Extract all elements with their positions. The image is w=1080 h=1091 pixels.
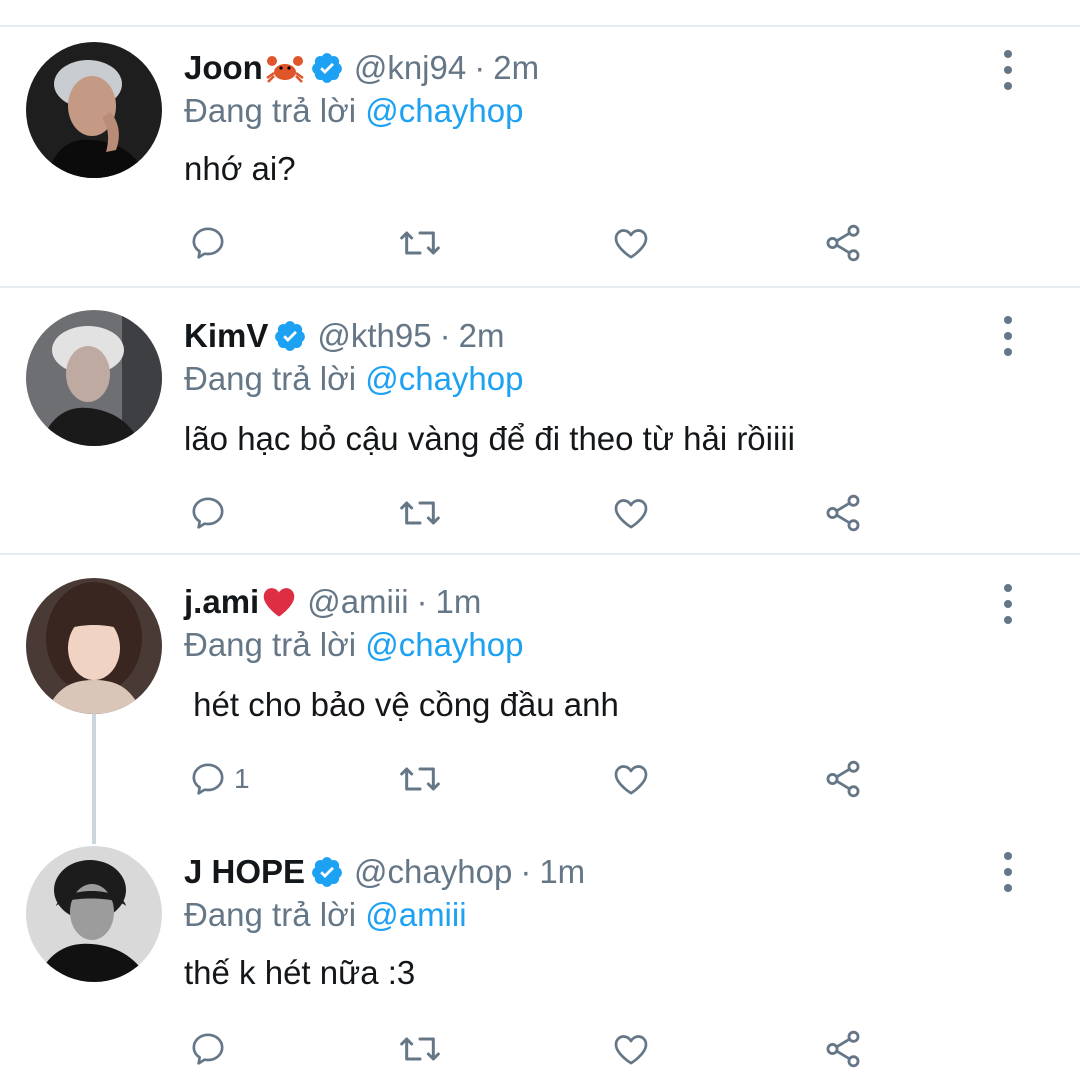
- tweet-actions: [0, 488, 1080, 538]
- like-button[interactable]: [610, 488, 652, 538]
- share-icon: [826, 1030, 860, 1068]
- timestamp[interactable]: 2m: [459, 317, 505, 355]
- tweet-header: Joon @knj94 · 2m: [184, 46, 539, 90]
- retweet-button[interactable]: [398, 754, 442, 804]
- verified-badge-icon: [273, 319, 307, 353]
- avatar[interactable]: [26, 846, 162, 982]
- avatar[interactable]: [26, 42, 162, 178]
- crab-emoji: [265, 52, 305, 84]
- replying-to-label: Đang trả lời: [184, 92, 357, 129]
- reply-icon: [192, 497, 224, 529]
- separator-dot: ·: [416, 583, 428, 620]
- user-handle[interactable]: @kth95: [317, 317, 431, 355]
- retweet-button[interactable]: [398, 218, 442, 268]
- share-button[interactable]: [822, 754, 864, 804]
- like-icon: [614, 1035, 648, 1065]
- retweet-icon: [400, 767, 440, 791]
- red-heart-emoji: [261, 586, 297, 618]
- like-button[interactable]: [610, 218, 652, 268]
- separator-dot: ·: [439, 317, 451, 354]
- tweet-text: thế k hét nữa :3: [184, 954, 416, 991]
- reply-button[interactable]: 1: [188, 754, 250, 804]
- tweet-text: nhớ ai?: [184, 150, 296, 187]
- avatar[interactable]: [26, 310, 162, 446]
- tweet-header: J HOPE @chayhop · 1m: [184, 850, 585, 894]
- reply-button[interactable]: [188, 488, 234, 538]
- more-options-icon[interactable]: [996, 852, 1020, 892]
- user-handle[interactable]: @knj94: [354, 49, 466, 87]
- reply-to-handle[interactable]: @chayhop: [365, 360, 523, 397]
- tweet-divider: [0, 553, 1080, 555]
- more-options-icon[interactable]: [996, 584, 1020, 624]
- separator-dot: ·: [474, 49, 486, 86]
- reply-to-handle[interactable]: @chayhop: [365, 626, 523, 663]
- separator-dot: ·: [520, 853, 532, 890]
- share-button[interactable]: [822, 1024, 864, 1074]
- retweet-icon: [400, 501, 440, 525]
- verified-badge-icon: [310, 51, 344, 85]
- display-name[interactable]: j.ami: [184, 583, 259, 621]
- replying-to: Đang trả lời @chayhop: [184, 626, 523, 664]
- retweet-button[interactable]: [398, 488, 442, 538]
- retweet-icon: [400, 1037, 440, 1061]
- avatar[interactable]: [26, 578, 162, 714]
- tweet-actions: 1: [0, 754, 1080, 804]
- replying-to: Đang trả lời @amiii: [184, 896, 467, 934]
- tweet-header: j.ami @amiii · 1m: [184, 580, 481, 624]
- more-options-icon[interactable]: [996, 50, 1020, 90]
- reply-button[interactable]: [188, 1024, 234, 1074]
- verified-badge-icon: [310, 855, 344, 889]
- timestamp[interactable]: 1m: [436, 583, 482, 621]
- display-name[interactable]: KimV: [184, 317, 268, 355]
- reply-icon: [192, 763, 224, 795]
- display-name[interactable]: J HOPE: [184, 853, 305, 891]
- retweet-icon: [400, 231, 440, 255]
- user-handle[interactable]: @chayhop: [354, 853, 512, 891]
- tweet-text: hét cho bảo vệ cồng đầu anh: [184, 686, 619, 723]
- reply-count: 1: [234, 763, 250, 794]
- like-button[interactable]: [610, 1024, 652, 1074]
- reply-button[interactable]: [188, 218, 234, 268]
- replying-to-label: Đang trả lời: [184, 896, 357, 933]
- replying-to: Đang trả lời @chayhop: [184, 360, 523, 398]
- tweet-divider: [0, 286, 1080, 288]
- more-options-icon[interactable]: [996, 316, 1020, 356]
- reply-icon: [192, 1033, 224, 1065]
- replying-to-label: Đang trả lời: [184, 626, 357, 663]
- reply-to-handle[interactable]: @chayhop: [365, 92, 523, 129]
- like-icon: [614, 765, 648, 795]
- share-icon: [826, 224, 860, 262]
- replying-to: Đang trả lời @chayhop: [184, 92, 523, 130]
- retweet-button[interactable]: [398, 1024, 442, 1074]
- tweet-header: KimV @kth95 · 2m: [184, 314, 504, 358]
- share-button[interactable]: [822, 488, 864, 538]
- display-name[interactable]: Joon: [184, 49, 263, 87]
- tweet-actions: [0, 1024, 1080, 1074]
- tweet-text: lão hạc bỏ cậu vàng để đi theo từ hải rồ…: [184, 420, 795, 457]
- share-icon: [826, 494, 860, 532]
- share-button[interactable]: [822, 218, 864, 268]
- user-handle[interactable]: @amiii: [307, 583, 408, 621]
- reply-to-handle[interactable]: @amiii: [365, 896, 466, 933]
- reply-icon: [192, 227, 224, 259]
- timestamp[interactable]: 1m: [539, 853, 585, 891]
- top-divider: [0, 25, 1080, 27]
- share-icon: [826, 760, 860, 798]
- tweet-actions: [0, 218, 1080, 268]
- timestamp[interactable]: 2m: [493, 49, 539, 87]
- like-button[interactable]: [610, 754, 652, 804]
- like-icon: [614, 229, 648, 259]
- replying-to-label: Đang trả lời: [184, 360, 357, 397]
- like-icon: [614, 499, 648, 529]
